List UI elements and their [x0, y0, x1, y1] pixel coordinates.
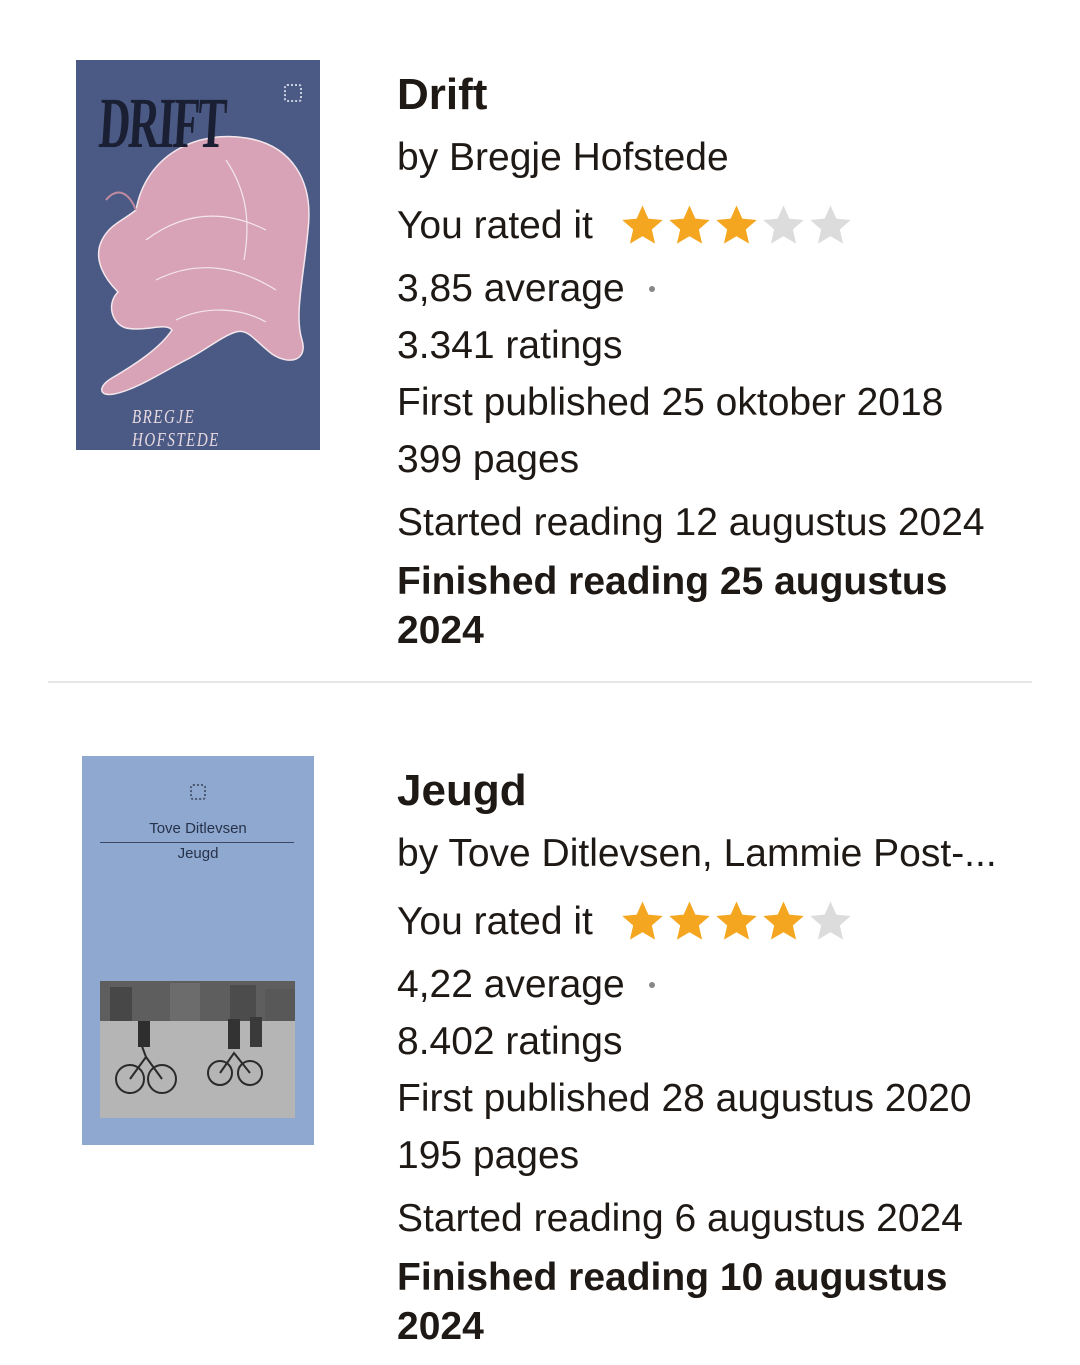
rating-stars[interactable]	[619, 898, 854, 944]
ratings-count: 3.341 ratings	[397, 324, 623, 367]
book-author[interactable]: by Bregje Hofstede	[397, 129, 1047, 186]
star-icon[interactable]	[666, 202, 713, 248]
star-icon[interactable]	[760, 202, 807, 248]
average-rating: 3,85 average	[397, 267, 625, 310]
cover-photo	[100, 981, 295, 1118]
divider	[48, 681, 1032, 683]
publisher-logo-icon	[284, 84, 302, 102]
finished-reading: Finished reading 10 augustus 2024	[397, 1256, 948, 1348]
cover-title: Jeugd	[177, 845, 219, 862]
page-count: 399 pages	[397, 438, 580, 481]
star-icon[interactable]	[713, 202, 760, 248]
publisher-logo-icon	[190, 784, 206, 800]
cover-title: DRIFT	[96, 83, 228, 163]
book-cover-drift[interactable]: DRIFT BREGJE HOFSTEDE	[76, 60, 320, 450]
star-icon[interactable]	[713, 898, 760, 944]
separator-dot	[648, 981, 655, 988]
first-published: First published 28 augustus 2020	[397, 1077, 972, 1120]
book-title[interactable]: Drift	[397, 70, 1047, 120]
page-count: 195 pages	[397, 1134, 580, 1177]
average-rating-row: 4,22 average	[397, 956, 1047, 1013]
cover-author: BREGJE HOFSTEDE	[132, 406, 220, 450]
star-icon[interactable]	[619, 202, 666, 248]
average-rating: 4,22 average	[397, 963, 625, 1006]
started-reading: Started reading 6 augustus 2024	[397, 1197, 963, 1240]
cover-rule	[100, 842, 294, 843]
started-reading: Started reading 12 augustus 2024	[397, 501, 985, 544]
book-author[interactable]: by Tove Ditlevsen, Lammie Post-...	[397, 825, 1047, 882]
star-icon[interactable]	[619, 898, 666, 944]
star-icon[interactable]	[760, 898, 807, 944]
average-rating-row: 3,85 average	[397, 260, 1047, 317]
book-details: Jeugd by Tove Ditlevsen, Lammie Post-...…	[397, 766, 1047, 1351]
book-cover-jeugd[interactable]: Tove Ditlevsen Jeugd	[82, 756, 314, 1145]
user-rating-row: You rated it	[397, 893, 1047, 949]
finished-reading: Finished reading 25 augustus 2024	[397, 560, 948, 652]
first-published: First published 25 oktober 2018	[397, 381, 944, 424]
ratings-count: 8.402 ratings	[397, 1020, 623, 1063]
star-icon[interactable]	[807, 202, 854, 248]
star-icon[interactable]	[807, 898, 854, 944]
cover-author: Tove Ditlevsen	[149, 820, 247, 837]
book-details: Drift by Bregje Hofstede You rated it 3,…	[397, 70, 1047, 655]
separator-dot	[648, 285, 655, 292]
rating-stars[interactable]	[619, 202, 854, 248]
rated-label: You rated it	[397, 899, 593, 943]
star-icon[interactable]	[666, 898, 713, 944]
book-title[interactable]: Jeugd	[397, 766, 1047, 816]
rated-label: You rated it	[397, 203, 593, 247]
user-rating-row: You rated it	[397, 197, 1047, 253]
